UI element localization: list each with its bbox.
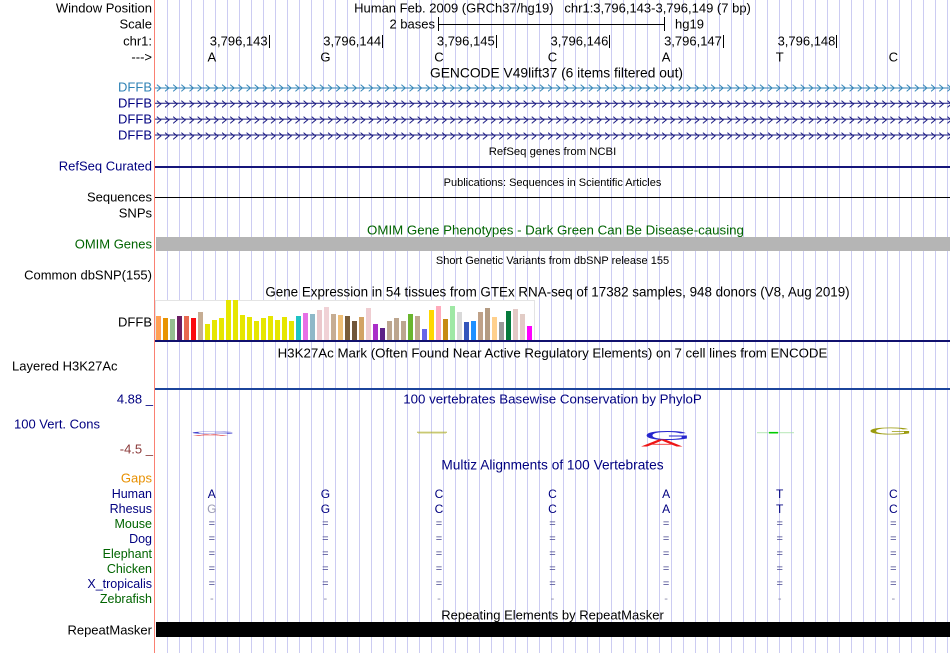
svg-text:G: G <box>868 425 914 437</box>
svg-text:A: A <box>641 438 683 449</box>
svg-text:A: A <box>193 433 230 436</box>
